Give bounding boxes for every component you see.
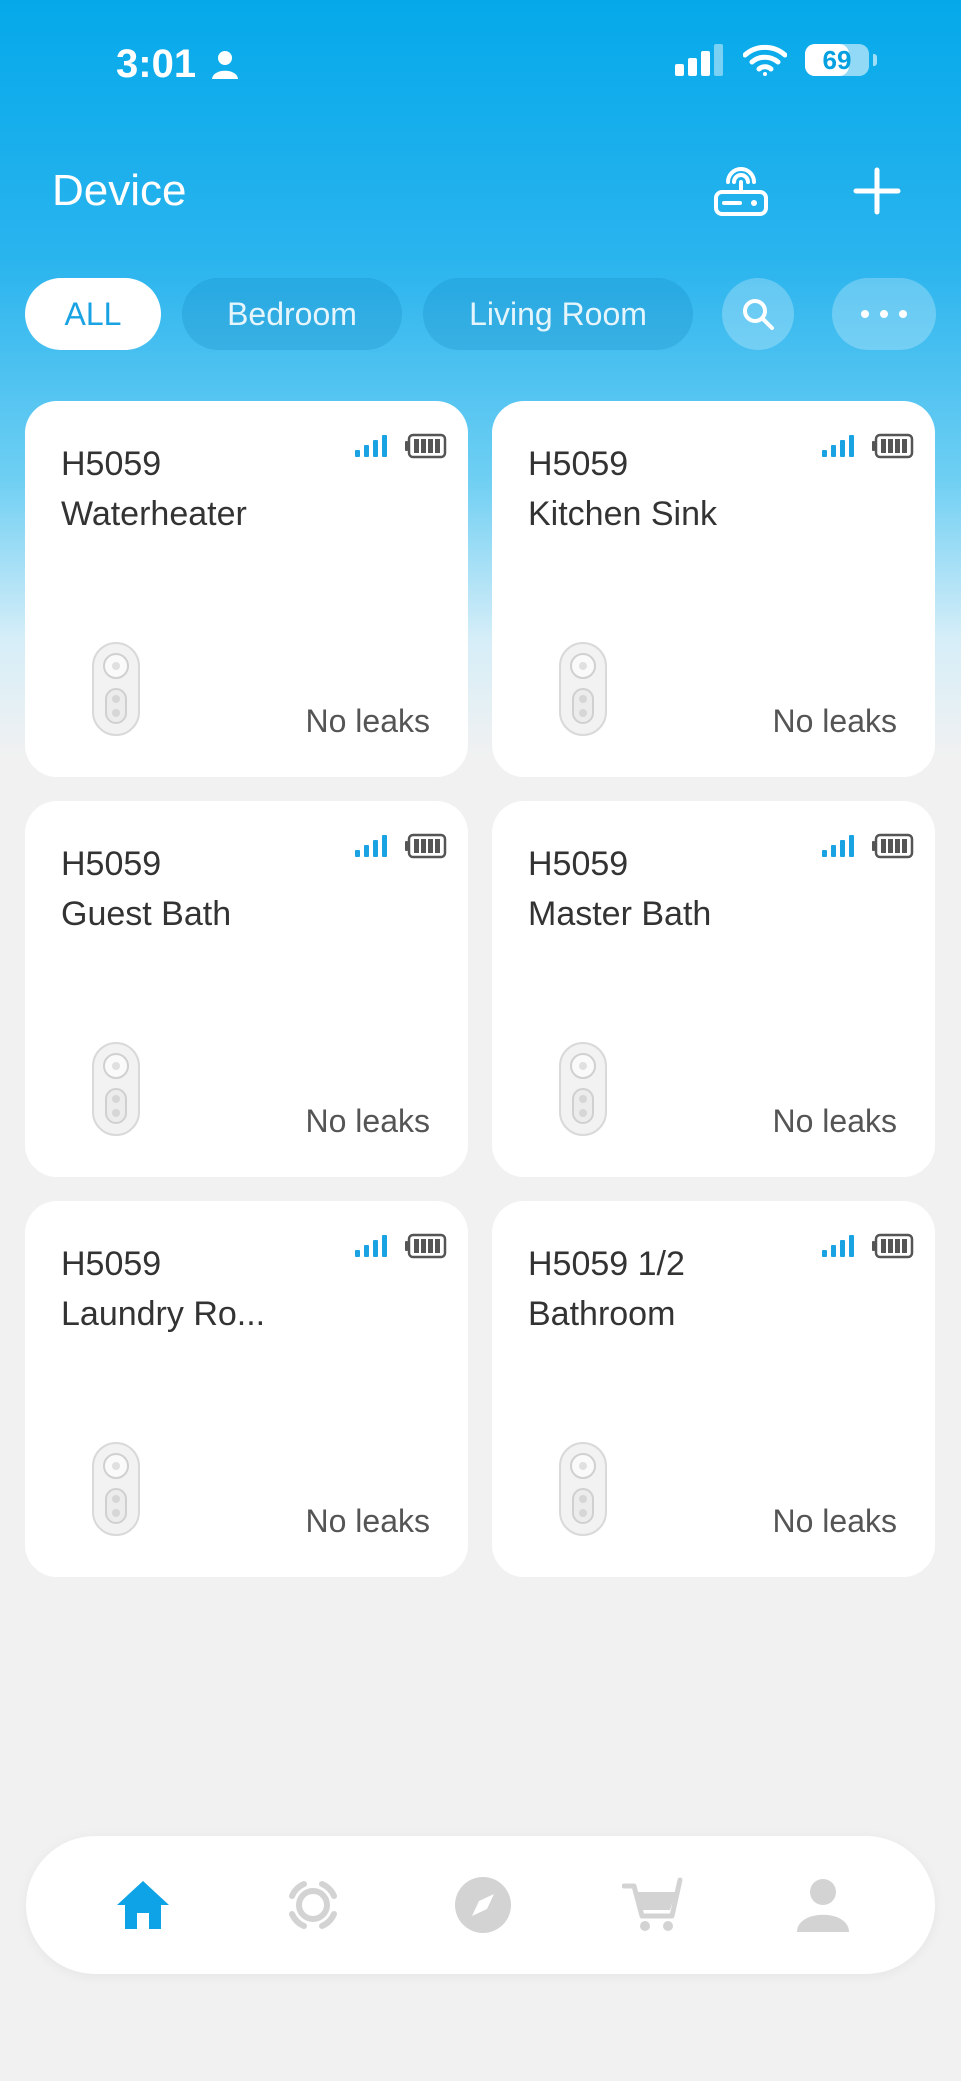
- shop-cart-icon: [622, 1877, 683, 1931]
- hub-router-button[interactable]: [710, 160, 772, 222]
- scenes-icon: [289, 1881, 337, 1929]
- device-model: H5059: [61, 845, 162, 883]
- status-time: 3:01: [116, 42, 197, 86]
- device-model: H5059: [61, 445, 162, 483]
- device-card[interactable]: H5059 Waterheater No leaks: [25, 401, 468, 777]
- battery-tip: [873, 54, 877, 66]
- leak-status: No leaks: [305, 1103, 431, 1139]
- filter-chip-living-room[interactable]: Living Room: [423, 278, 693, 350]
- cell-signal-icon: [675, 44, 723, 76]
- battery-full-icon: [872, 833, 914, 859]
- device-name: Guest Bath: [61, 895, 232, 933]
- leak-sensor-image: [559, 1442, 607, 1536]
- device-card[interactable]: H5059 Kitchen Sink No leaks: [492, 401, 935, 777]
- person-status-icon: [212, 50, 238, 85]
- more-dots-icon: [861, 310, 907, 318]
- leak-status: No leaks: [305, 1503, 431, 1539]
- device-model: H5059: [61, 1245, 162, 1283]
- device-name: Bathroom: [528, 1295, 676, 1333]
- leak-sensor-image: [559, 1042, 607, 1136]
- filter-chip-bedroom[interactable]: Bedroom: [182, 278, 402, 350]
- battery-full-icon: [405, 833, 447, 859]
- discover-compass-icon: [455, 1877, 511, 1933]
- battery-percent: 69: [822, 44, 852, 75]
- tab-home[interactable]: [110, 1872, 176, 1938]
- search-icon: [743, 299, 774, 330]
- device-card[interactable]: H5059 Master Bath No leaks: [492, 801, 935, 1177]
- battery-full-icon: [405, 1233, 447, 1259]
- wifi-signal-icon: [822, 435, 854, 457]
- profile-icon: [797, 1879, 849, 1932]
- battery-indicator: 69: [805, 44, 869, 76]
- device-model: H5059: [528, 845, 629, 883]
- device-model: H5059 1/2: [528, 1245, 685, 1283]
- wifi-signal-icon: [355, 835, 387, 857]
- device-name: Kitchen Sink: [528, 495, 717, 533]
- leak-sensor-image: [559, 642, 607, 736]
- leak-status: No leaks: [772, 1103, 898, 1139]
- device-name: Waterheater: [61, 495, 247, 533]
- add-device-button[interactable]: [846, 160, 908, 222]
- wifi-signal-icon: [355, 1235, 387, 1257]
- leak-status: No leaks: [305, 703, 431, 739]
- leak-sensor-image: [92, 642, 140, 736]
- tab-discover[interactable]: [450, 1872, 516, 1938]
- battery-full-icon: [405, 433, 447, 459]
- wifi-signal-icon: [355, 435, 387, 457]
- status-indicators: 69: [675, 44, 877, 76]
- filter-chip-all[interactable]: ALL: [25, 278, 161, 350]
- plus-icon: [853, 167, 901, 215]
- battery-full-icon: [872, 433, 914, 459]
- more-button[interactable]: [832, 278, 936, 350]
- leak-sensor-image: [92, 1442, 140, 1536]
- device-name: Master Bath: [528, 895, 712, 933]
- tab-scenes[interactable]: [280, 1872, 346, 1938]
- tab-shop[interactable]: [620, 1872, 686, 1938]
- search-button[interactable]: [722, 278, 794, 350]
- wifi-signal-icon: [822, 1235, 854, 1257]
- leak-status: No leaks: [772, 703, 898, 739]
- wifi-signal-icon: [822, 835, 854, 857]
- page-title: Device: [52, 166, 187, 215]
- device-card[interactable]: H5059 Laundry Ro... No leaks: [25, 1201, 468, 1577]
- device-card[interactable]: H5059 Guest Bath No leaks: [25, 801, 468, 1177]
- home-icon: [117, 1881, 169, 1929]
- device-model: H5059: [528, 445, 629, 483]
- wifi-icon: [743, 44, 787, 76]
- bottom-tab-bar: [26, 1836, 935, 1974]
- leak-sensor-image: [92, 1042, 140, 1136]
- tab-profile[interactable]: [790, 1872, 856, 1938]
- battery-full-icon: [872, 1233, 914, 1259]
- hub-router-icon: [714, 167, 768, 216]
- leak-status: No leaks: [772, 1503, 898, 1539]
- device-name: Laundry Ro...: [61, 1295, 266, 1333]
- device-card[interactable]: H5059 1/2 Bathroom No leaks: [492, 1201, 935, 1577]
